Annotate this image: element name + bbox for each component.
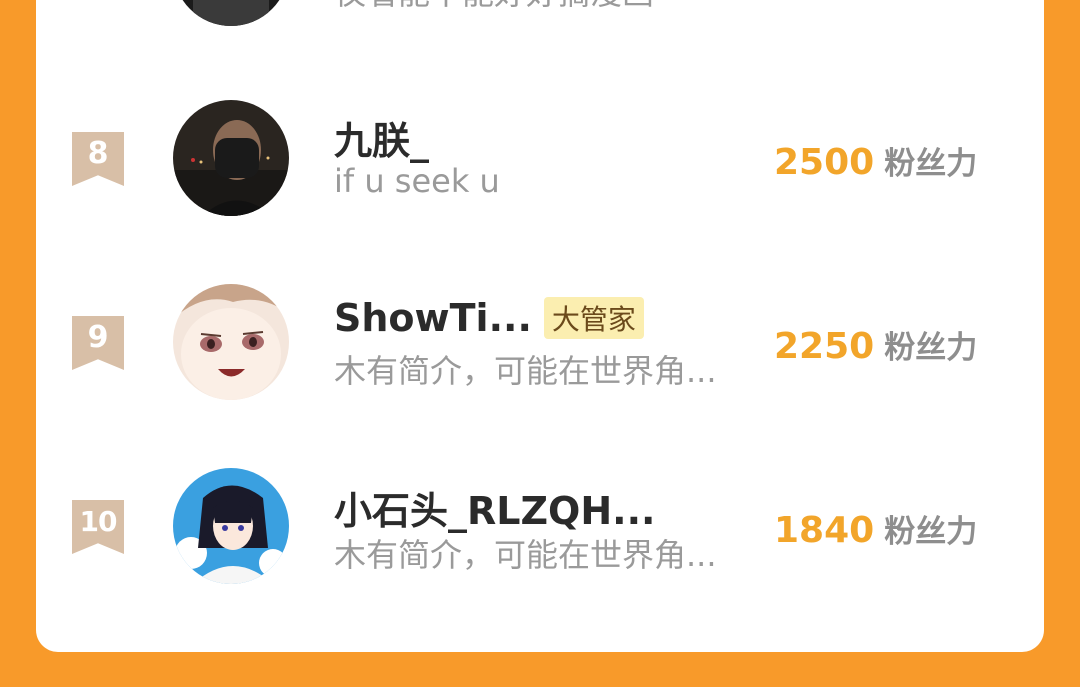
leaderboard-card: 仅看能不能好好搞漫画 8 九朕_ if u seek u 2500 粉丝力 <box>36 0 1044 652</box>
user-bio: if u seek u <box>334 162 500 200</box>
fan-score-value: 1840 <box>774 510 875 551</box>
fan-score-unit: 粉丝力 <box>884 146 978 182</box>
fan-score: 2250 粉丝力 <box>774 322 977 367</box>
avatar[interactable] <box>173 468 289 584</box>
partial-bio: 仅看能不能好好搞漫画 <box>334 0 654 11</box>
user-name[interactable]: 小石头_RLZQH... <box>334 480 655 535</box>
avatar[interactable] <box>173 100 289 216</box>
user-name[interactable]: 九朕_ <box>334 110 429 165</box>
user-bio: 木有简介，可能在世界角... <box>334 352 717 390</box>
leaderboard-row[interactable]: 8 九朕_ if u seek u 2500 粉丝力 <box>36 100 1044 220</box>
fan-score-unit: 粉丝力 <box>884 514 978 550</box>
avatar-partial[interactable] <box>173 0 289 26</box>
leaderboard-row[interactable]: 10 小石头_RLZQH... 木有简介，可能在世界角... 1840 粉丝力 <box>36 468 1044 588</box>
fan-score-value: 2250 <box>774 326 875 367</box>
role-badge: 大管家 <box>543 297 644 339</box>
user-bio: 木有简介，可能在世界角... <box>334 536 717 574</box>
user-name-text[interactable]: 九朕_ <box>334 110 429 165</box>
rank-badge: 10 <box>72 500 124 554</box>
leaderboard-row[interactable]: 9 ShowTi... 大管家 木有简介，可能在世界角... 2250 粉丝力 <box>36 284 1044 404</box>
user-name-text[interactable]: ShowTi... <box>334 296 532 340</box>
fan-score-unit: 粉丝力 <box>884 330 978 366</box>
fan-score-value: 2500 <box>774 142 875 183</box>
fan-score: 2500 粉丝力 <box>774 138 977 183</box>
rank-badge: 9 <box>72 316 124 370</box>
user-name-text[interactable]: 小石头_RLZQH... <box>334 480 655 535</box>
user-name[interactable]: ShowTi... 大管家 <box>334 296 644 340</box>
rank-badge: 8 <box>72 132 124 186</box>
leaderboard-row-partial[interactable]: 仅看能不能好好搞漫画 <box>36 0 1044 30</box>
avatar[interactable] <box>173 284 289 400</box>
fan-score: 1840 粉丝力 <box>774 506 977 551</box>
